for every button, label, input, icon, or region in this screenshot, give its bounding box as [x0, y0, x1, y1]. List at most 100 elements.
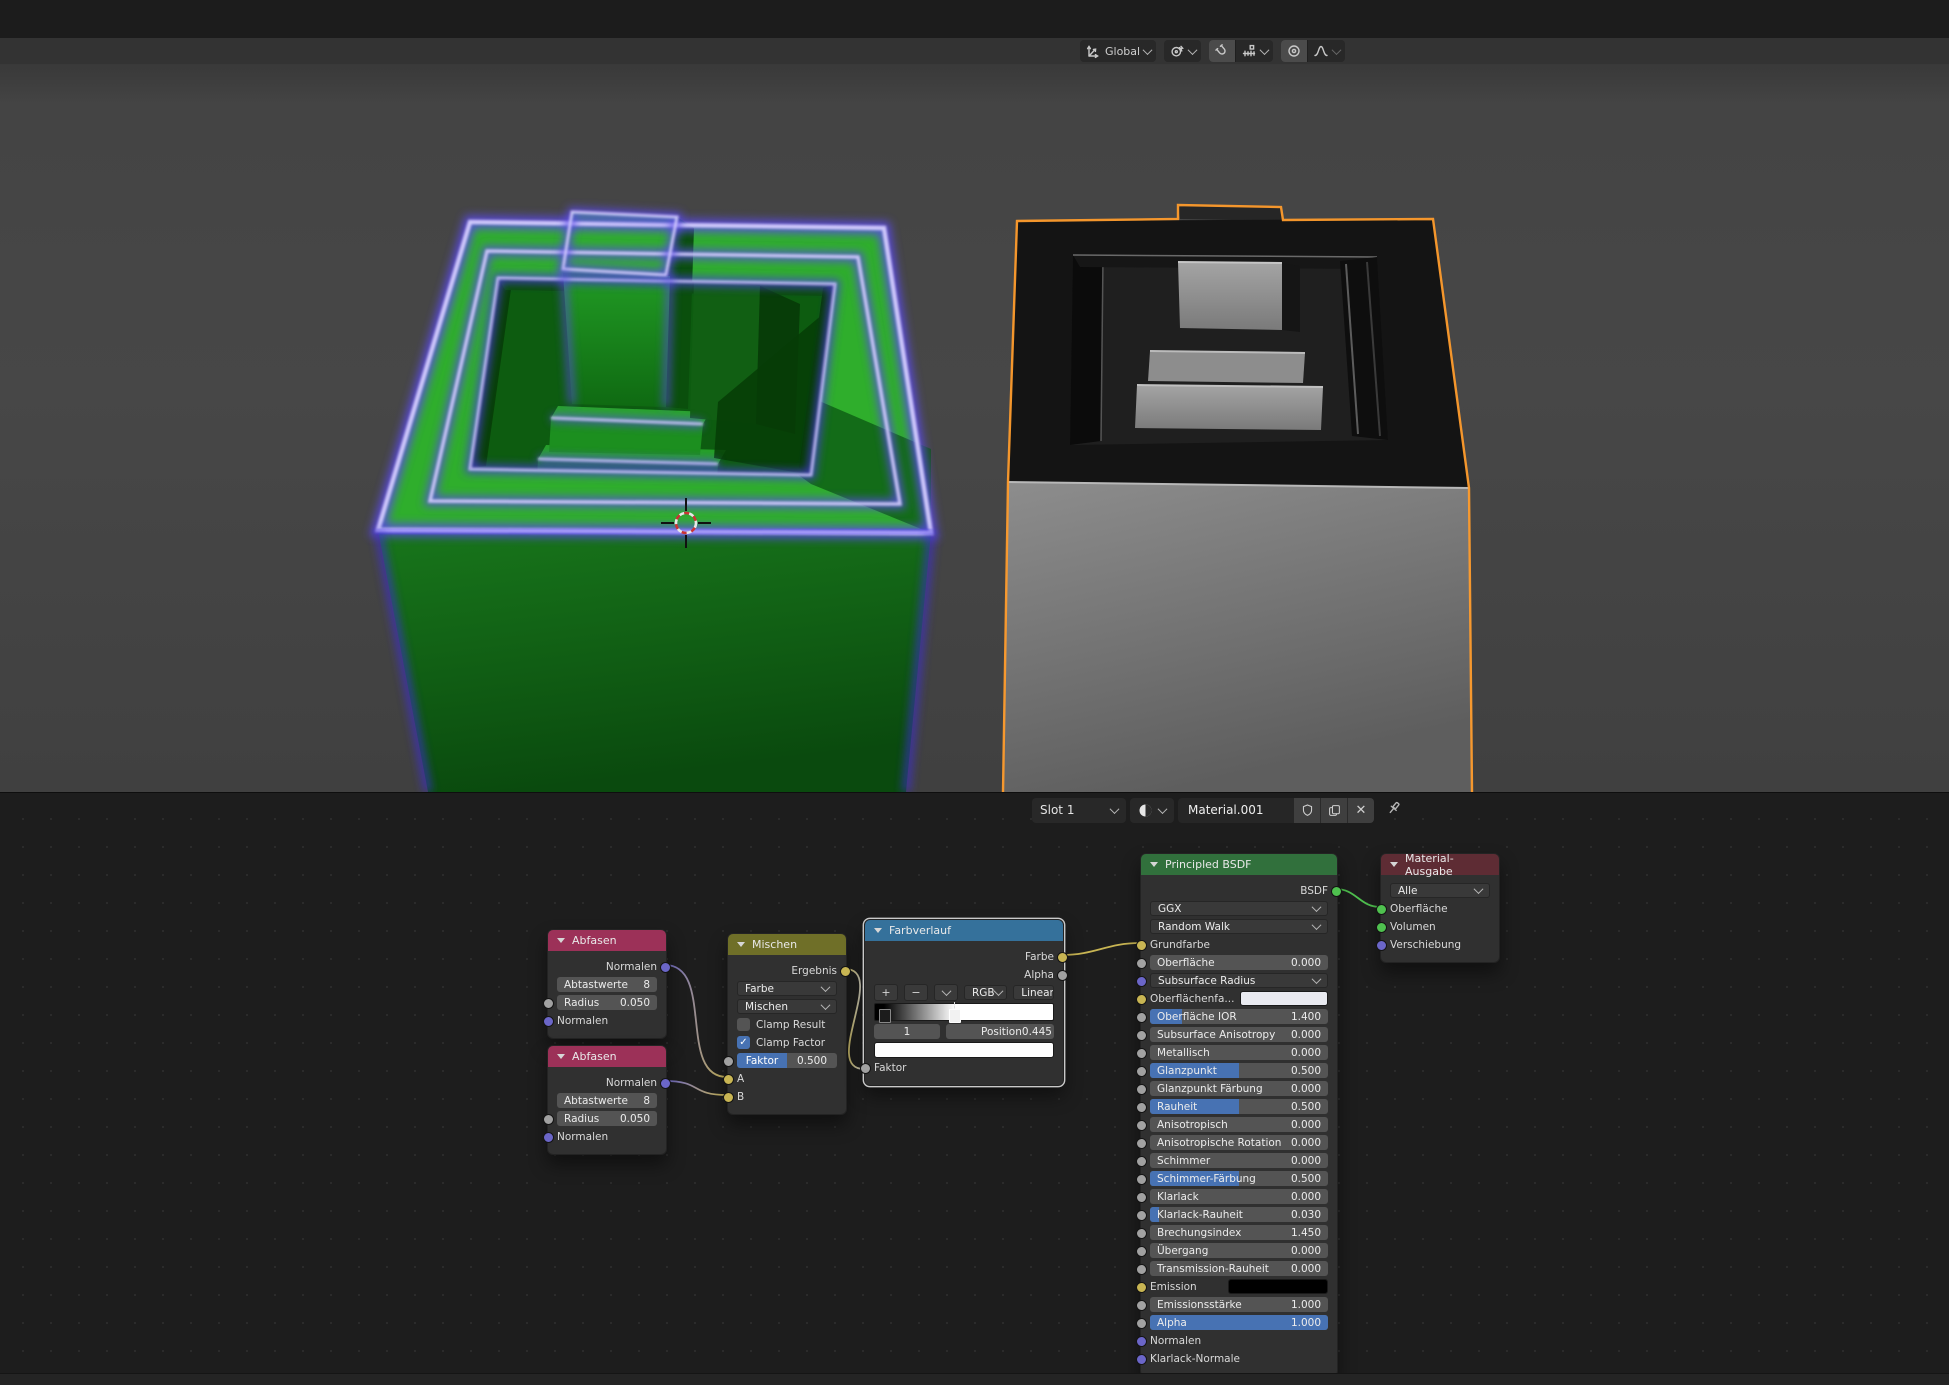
value-field[interactable]: Übergang0.000 — [1150, 1243, 1328, 1258]
bsdf-row-alpha[interactable]: Alpha1.000 — [1150, 1315, 1328, 1330]
value-field[interactable]: Klarlack0.000 — [1150, 1189, 1328, 1204]
node-colorramp[interactable]: Farbverlauf Farbe Alpha + − RGB Linear — [864, 919, 1064, 1086]
data-type-dropdown[interactable]: Farbe — [737, 981, 837, 996]
socket-a-in[interactable] — [723, 1074, 734, 1085]
color-mode-dropdown[interactable]: RGB — [964, 985, 1007, 1000]
bsdf-row-rauheit[interactable]: Rauheit0.500 — [1150, 1099, 1328, 1114]
socket-factor-in[interactable] — [723, 1056, 734, 1067]
socket-normal-in[interactable] — [543, 1016, 554, 1027]
socket-alpha-out[interactable] — [1057, 970, 1068, 981]
socket-input[interactable] — [1136, 1300, 1147, 1311]
interpolation-dropdown[interactable]: Linear — [1013, 985, 1054, 1000]
snap-toggle-button[interactable] — [1209, 40, 1235, 62]
value-field[interactable]: Subsurface Anisotropy0.000 — [1150, 1027, 1328, 1042]
slider-field[interactable]: Schimmer-Färbung0.500 — [1150, 1171, 1328, 1186]
value-field[interactable]: Anisotropische Rotation0.000 — [1150, 1135, 1328, 1150]
viewport-3d[interactable] — [0, 64, 1949, 792]
socket-normal-in[interactable] — [543, 1132, 554, 1143]
proportional-editing-button[interactable] — [1281, 40, 1307, 62]
snap-target-button[interactable] — [1235, 40, 1273, 62]
new-material-button[interactable] — [1320, 798, 1347, 823]
factor-slider[interactable]: Faktor0.500 — [737, 1053, 837, 1068]
bsdf-row-glanzpunkt-färbung[interactable]: Glanzpunkt Färbung0.000 — [1150, 1081, 1328, 1096]
active-stop-color-swatch[interactable] — [874, 1042, 1054, 1058]
transform-orientation-button[interactable]: Global — [1080, 40, 1156, 62]
active-index-field[interactable]: 1 — [874, 1024, 940, 1039]
node-principled-bsdf[interactable]: Principled BSDF BSDF GGX Random Walk Gru… — [1140, 853, 1338, 1377]
value-field[interactable]: Oberfläche0.000 — [1150, 955, 1328, 970]
slider-field[interactable]: Oberfläche IOR1.400 — [1150, 1009, 1328, 1024]
bsdf-row-normalen[interactable]: Normalen — [1150, 1333, 1328, 1348]
falloff-button[interactable] — [1307, 40, 1345, 62]
samples-field[interactable]: Abtastwerte8 — [557, 977, 657, 992]
node-header[interactable]: Material-Ausgabe — [1381, 854, 1499, 875]
node-header[interactable]: Principled BSDF — [1141, 854, 1337, 875]
socket-input[interactable] — [1136, 958, 1147, 969]
bsdf-row-grundfarbe[interactable]: Grundfarbe — [1150, 937, 1328, 952]
fake-user-button[interactable] — [1294, 798, 1320, 823]
socket-radius-in[interactable] — [543, 998, 554, 1009]
socket-input[interactable] — [1136, 1192, 1147, 1203]
slider-field[interactable]: Glanzpunkt0.500 — [1150, 1063, 1328, 1078]
socket-input[interactable] — [1136, 1318, 1147, 1329]
bsdf-row-metallisch[interactable]: Metallisch0.000 — [1150, 1045, 1328, 1060]
socket-input[interactable] — [1136, 976, 1147, 987]
samples-field[interactable]: Abtastwerte8 — [557, 1093, 657, 1108]
bsdf-row-emission[interactable]: Emission — [1150, 1279, 1328, 1294]
bsdf-row-schimmer-färbung[interactable]: Schimmer-Färbung0.500 — [1150, 1171, 1328, 1186]
blend-mode-dropdown[interactable]: Mischen — [737, 999, 837, 1014]
bsdf-row-übergang[interactable]: Übergang0.000 — [1150, 1243, 1328, 1258]
value-field[interactable]: Glanzpunkt Färbung0.000 — [1150, 1081, 1328, 1096]
socket-radius-in[interactable] — [543, 1114, 554, 1125]
bsdf-row-oberflächenfa-[interactable]: Oberflächenfa... — [1150, 991, 1328, 1006]
socket-input[interactable] — [1136, 1012, 1147, 1023]
socket-input[interactable] — [1136, 1048, 1147, 1059]
socket-input[interactable] — [1136, 1066, 1147, 1077]
ramp-options-button[interactable] — [934, 984, 958, 1001]
socket-input[interactable] — [1136, 1264, 1147, 1275]
socket-color-out[interactable] — [1057, 952, 1068, 963]
distribution-dropdown[interactable]: GGX — [1150, 901, 1328, 916]
bsdf-row-oberfläche[interactable]: Oberfläche0.000 — [1150, 955, 1328, 970]
socket-input[interactable] — [1136, 1282, 1147, 1293]
bsdf-row-anisotropische-rotation[interactable]: Anisotropische Rotation0.000 — [1150, 1135, 1328, 1150]
socket-bsdf-out[interactable] — [1331, 886, 1342, 897]
shader-node-editor[interactable]: Slot 1 Material.001 — [0, 792, 1949, 1385]
collapse-icon[interactable] — [557, 1054, 565, 1059]
pin-button[interactable] — [1386, 800, 1402, 820]
material-name-field[interactable]: Material.001 ✕ — [1178, 798, 1374, 823]
node-bevel-2[interactable]: Abfasen Normalen Abtastwerte8 Radius0.05… — [547, 1045, 667, 1155]
socket-input[interactable] — [1136, 1246, 1147, 1257]
checkbox-clamp-result[interactable]: ✓ — [737, 1018, 750, 1031]
radius-field[interactable]: Radius0.050 — [557, 1111, 657, 1126]
material-name[interactable]: Material.001 — [1178, 803, 1294, 817]
unlink-material-button[interactable]: ✕ — [1347, 798, 1374, 823]
target-dropdown[interactable]: Alle — [1390, 883, 1490, 898]
color-swatch[interactable] — [1228, 1279, 1328, 1294]
socket-normal-out[interactable] — [660, 962, 671, 973]
bsdf-row-oberfläche-ior[interactable]: Oberfläche IOR1.400 — [1150, 1009, 1328, 1024]
bsdf-row-brechungsindex[interactable]: Brechungsindex1.450 — [1150, 1225, 1328, 1240]
collapse-icon[interactable] — [557, 938, 565, 943]
socket-input[interactable] — [1136, 1156, 1147, 1167]
socket-input[interactable] — [1136, 1210, 1147, 1221]
socket-input[interactable] — [1136, 1354, 1147, 1365]
socket-input[interactable] — [1136, 994, 1147, 1005]
socket-b-in[interactable] — [723, 1092, 734, 1103]
slider-field[interactable]: Rauheit0.500 — [1150, 1099, 1328, 1114]
node-header[interactable]: Farbverlauf — [865, 920, 1063, 941]
bsdf-row-transmission-rauheit[interactable]: Transmission-Rauheit0.000 — [1150, 1261, 1328, 1276]
browse-material-button[interactable] — [1130, 798, 1174, 823]
ramp-gradient-bar[interactable] — [874, 1003, 1054, 1021]
ramp-stop-1[interactable] — [949, 1009, 961, 1023]
pivot-point-button[interactable] — [1164, 40, 1201, 62]
node-material-output[interactable]: Material-Ausgabe Alle Oberfläche Volumen… — [1380, 853, 1500, 963]
socket-input[interactable] — [1136, 1336, 1147, 1347]
socket-displacement-in[interactable] — [1376, 940, 1387, 951]
socket-input[interactable] — [1136, 1138, 1147, 1149]
radius-field[interactable]: Radius0.050 — [557, 995, 657, 1010]
socket-input[interactable] — [1136, 940, 1147, 951]
ramp-stop-0[interactable] — [879, 1009, 891, 1023]
node-bevel-1[interactable]: Abfasen Normalen Abtastwerte8 Radius0.05… — [547, 929, 667, 1039]
node-header[interactable]: Mischen — [728, 934, 846, 955]
